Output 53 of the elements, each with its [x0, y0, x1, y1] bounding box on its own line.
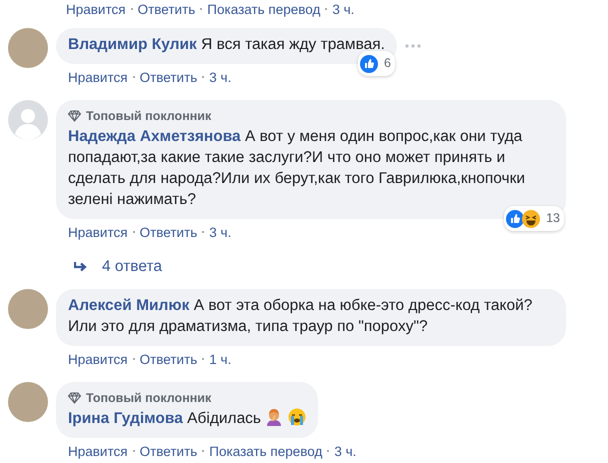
- more-options-icon[interactable]: [404, 44, 421, 48]
- separator-dot: [130, 8, 133, 10]
- separator-dot: [202, 76, 204, 78]
- separator-dot: [200, 8, 202, 10]
- reaction-summary[interactable]: 13: [504, 206, 564, 231]
- timestamp[interactable]: 3 ч.: [334, 444, 356, 458]
- diamond-icon: [68, 392, 81, 404]
- default-avatar-icon[interactable]: [8, 100, 48, 140]
- comment-action-link[interactable]: Ответить: [138, 2, 196, 16]
- avatar-photo-placeholder[interactable]: [8, 289, 48, 329]
- separator-dot: [325, 8, 328, 10]
- timestamp[interactable]: 3 ч.: [332, 2, 354, 16]
- crying-face-icon: [288, 408, 306, 426]
- comment-text: Ірина Гудімова Абідилась: [68, 408, 306, 429]
- separator-dot: [132, 450, 135, 452]
- top-fan-label: Топовый поклонник: [86, 108, 212, 124]
- reply-arrow-icon: [74, 261, 88, 273]
- facepalm-emoji-icon: [265, 408, 284, 426]
- reaction-summary[interactable]: 6: [358, 51, 395, 76]
- like-reaction-icon: [360, 54, 378, 72]
- laughing-face-icon: [522, 210, 540, 228]
- author-name[interactable]: Алексей Милюк: [68, 297, 190, 314]
- comment-action-link[interactable]: Ответить: [140, 224, 198, 240]
- comment-action-link[interactable]: Ответить: [140, 70, 198, 84]
- diamond-icon: [68, 110, 81, 122]
- author-name[interactable]: Владимир Кулик: [68, 36, 197, 53]
- like-reaction-icon: [506, 210, 524, 228]
- comment-action-link[interactable]: Ответить: [140, 444, 198, 458]
- avatar-photo-placeholder[interactable]: [8, 382, 48, 422]
- comment-action-link[interactable]: Нравится: [68, 352, 128, 366]
- comment-text: Алексей Милюк А вот эта оборка на юбке-это дресс-код такой? Или это для драматизма, типа траур по "пороху"?: [68, 296, 534, 337]
- separator-dot: [132, 358, 135, 360]
- separator-dot: [202, 450, 204, 452]
- timestamp[interactable]: 1 ч.: [209, 352, 232, 366]
- separator-dot: [132, 76, 135, 78]
- separator-dot: [202, 231, 204, 233]
- comment-action-link[interactable]: Показать перевод: [209, 444, 322, 458]
- timestamp[interactable]: 3 ч.: [209, 70, 232, 84]
- separator-dot: [132, 231, 135, 233]
- comment-action-link[interactable]: Нравится: [68, 70, 128, 84]
- comment-action-link[interactable]: Показать перевод: [207, 2, 320, 16]
- avatar-photo-placeholder[interactable]: [8, 28, 48, 68]
- separator-dot: [327, 450, 330, 452]
- comment-action-link[interactable]: Нравится: [68, 224, 128, 240]
- comment-action-link[interactable]: Нравится: [68, 444, 128, 458]
- view-replies-link[interactable]: 4 ответа: [8, 245, 600, 279]
- comment-action-link[interactable]: Ответить: [140, 352, 198, 366]
- author-name[interactable]: Надежда Ахметзянова: [68, 128, 241, 145]
- author-name[interactable]: Ірина Гудімова: [68, 410, 183, 427]
- timestamp[interactable]: 3 ч.: [209, 224, 232, 240]
- comment-action-link[interactable]: Нравится: [66, 2, 126, 16]
- separator-dot: [202, 358, 204, 360]
- top-fan-label: Топовый поклонник: [86, 390, 212, 406]
